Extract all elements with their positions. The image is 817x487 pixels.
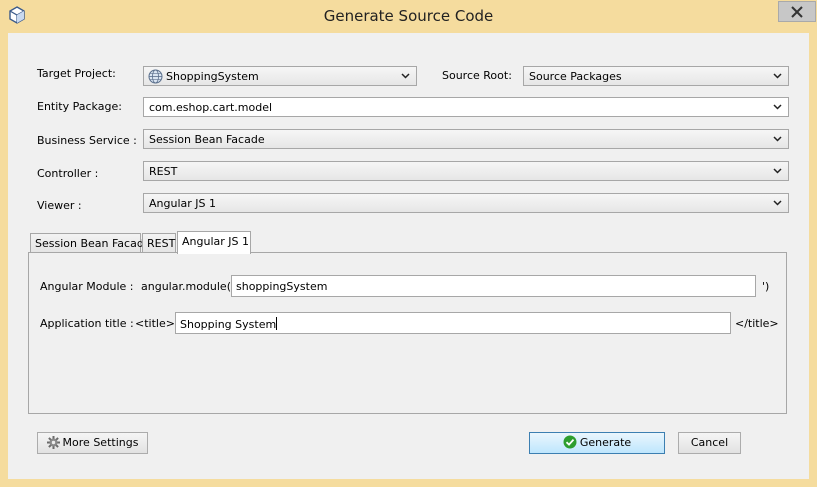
- title-tag-open: <title>: [135, 317, 175, 330]
- target-project-value: ShoppingSystem: [166, 70, 259, 83]
- text-caret: [276, 317, 278, 330]
- viewer-select[interactable]: Angular JS 1: [143, 193, 789, 213]
- more-settings-button[interactable]: More Settings: [37, 432, 148, 454]
- business-service-label: Business Service :: [37, 134, 137, 147]
- application-title-value: Shopping System: [180, 318, 277, 331]
- close-button[interactable]: [778, 1, 816, 22]
- window-title: Generate Source Code: [323, 7, 494, 25]
- application-title-input[interactable]: Shopping System: [175, 312, 731, 334]
- chevron-down-icon: [773, 104, 782, 110]
- globe-project-icon: [148, 69, 163, 84]
- angular-module-value: shoppingSystem: [236, 280, 328, 293]
- target-project-select[interactable]: ShoppingSystem: [143, 66, 417, 86]
- chevron-down-icon: [401, 73, 410, 79]
- angular-module-suffix: '): [762, 280, 770, 293]
- angular-module-label: Angular Module :: [40, 280, 134, 293]
- dialog-content: Target Project: ShoppingSystem Source Ro…: [8, 33, 809, 479]
- title-tag-close: </title>: [735, 317, 779, 330]
- angular-tab-panel: Angular Module : angular.module(' shoppi…: [28, 252, 787, 414]
- source-root-value: Source Packages: [529, 70, 622, 83]
- title-bar[interactable]: Generate Source Code: [0, 0, 817, 33]
- controller-select[interactable]: REST: [143, 161, 789, 181]
- controller-label: Controller :: [37, 167, 99, 180]
- tab-angular-js-1[interactable]: Angular JS 1: [177, 231, 251, 254]
- tab-rest[interactable]: REST: [142, 233, 176, 253]
- gear-icon: [46, 436, 60, 449]
- chevron-down-icon: [773, 73, 782, 79]
- viewer-label: Viewer :: [37, 199, 82, 212]
- entity-package-value: com.eshop.cart.model: [149, 101, 273, 114]
- close-icon: [791, 6, 803, 18]
- check-circle-icon: [563, 435, 577, 449]
- application-title-label: Application title :: [40, 317, 134, 330]
- target-project-label: Target Project:: [37, 67, 116, 80]
- angular-module-prefix: angular.module(': [141, 280, 235, 293]
- viewer-value: Angular JS 1: [149, 197, 216, 210]
- controller-value: REST: [149, 165, 178, 178]
- entity-package-label: Entity Package:: [37, 100, 122, 113]
- more-settings-label: More Settings: [62, 436, 139, 449]
- application-title-text: Shopping System: [180, 317, 278, 331]
- source-root-label: Source Root:: [442, 69, 512, 82]
- chevron-down-icon: [773, 200, 782, 206]
- chevron-down-icon: [773, 168, 782, 174]
- chevron-down-icon: [773, 136, 782, 142]
- source-root-select[interactable]: Source Packages: [523, 66, 789, 86]
- business-service-value: Session Bean Facade: [149, 133, 265, 146]
- entity-package-combo[interactable]: com.eshop.cart.model: [143, 97, 789, 117]
- tab-session-bean-facade[interactable]: Session Bean Facade: [30, 233, 151, 253]
- generate-button[interactable]: Generate: [529, 432, 665, 454]
- generate-label: Generate: [579, 436, 632, 449]
- cancel-button[interactable]: Cancel: [678, 432, 741, 454]
- angular-module-input[interactable]: shoppingSystem: [231, 275, 756, 297]
- dialog-window: Generate Source Code Target Project: Sho…: [0, 0, 817, 487]
- business-service-select[interactable]: Session Bean Facade: [143, 129, 789, 149]
